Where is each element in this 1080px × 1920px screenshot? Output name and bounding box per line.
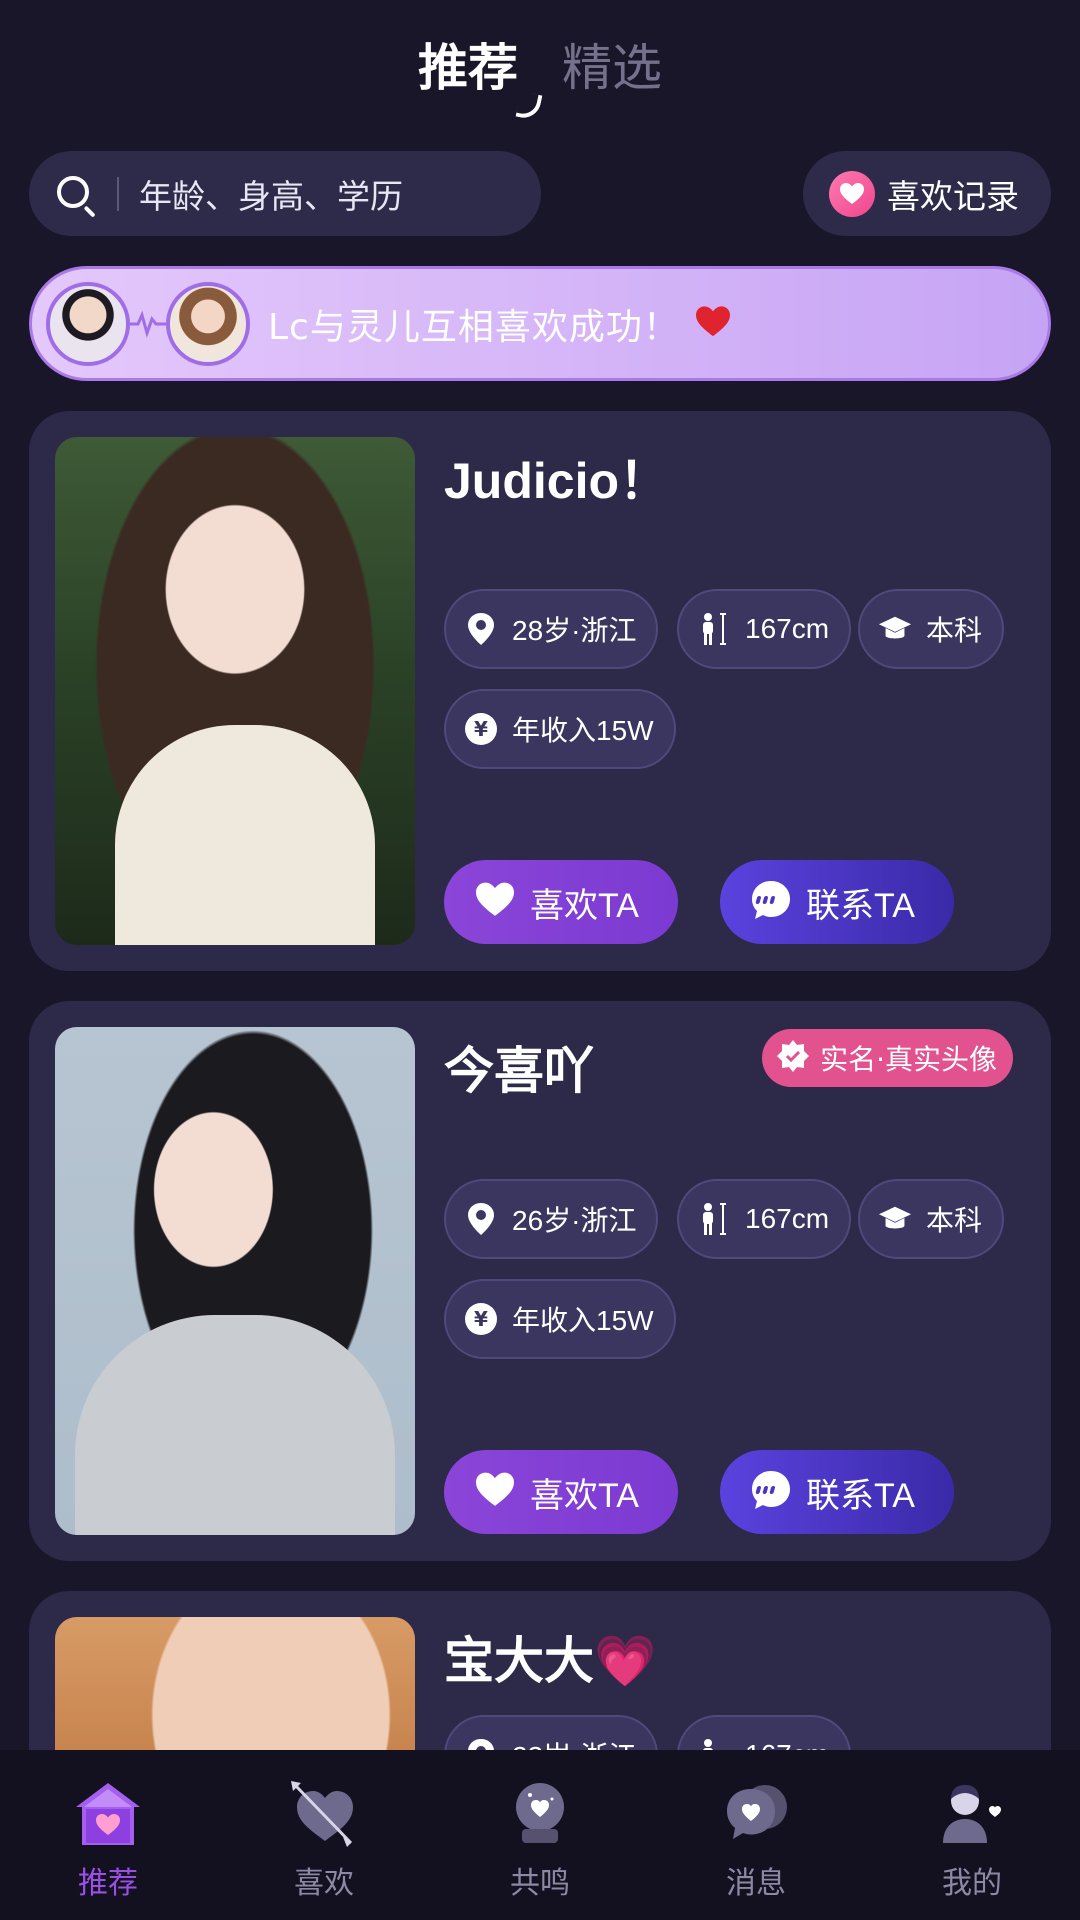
- chat-heart-icon: [716, 1776, 796, 1852]
- income-tag: ¥ 年收入15W: [444, 1279, 676, 1359]
- nav-item-resonance[interactable]: 共鸣: [460, 1776, 620, 1902]
- tab-recommend-label: 推荐: [418, 39, 518, 97]
- top-tabs: 推荐 精选: [0, 28, 1080, 122]
- profile-photo[interactable]: [55, 1617, 415, 1750]
- profile-name: 今喜吖: [444, 1043, 594, 1099]
- contact-button[interactable]: 联系TA: [720, 860, 954, 944]
- education-tag: 本科: [858, 589, 1005, 669]
- nav-item-messages[interactable]: 消息: [676, 1776, 836, 1902]
- heart-icon: [829, 170, 875, 217]
- yuan-icon: ¥: [464, 1302, 498, 1336]
- height-tag: 167cm: [677, 589, 852, 669]
- home-heart-icon: [68, 1776, 148, 1852]
- location-tag: 26岁·浙江: [444, 1179, 659, 1259]
- profile-card[interactable]: 今喜吖 实名·真实头像 26岁·浙江 167cm 本科 ¥ 年收入15W 喜欢T: [29, 1001, 1051, 1561]
- like-button[interactable]: 喜欢TA: [444, 1450, 678, 1534]
- user-icon: [932, 1776, 1012, 1852]
- profile-card[interactable]: 宝大大💗 23岁·浙江 167cm: [29, 1591, 1051, 1750]
- avatar: [166, 281, 250, 366]
- svg-text:¥: ¥: [474, 717, 488, 741]
- verified-badge: 实名·真实头像: [762, 1029, 1013, 1087]
- red-heart-icon: [694, 305, 732, 343]
- location-tag: 28岁·浙江: [444, 589, 659, 669]
- height-tag: 167cm: [677, 1179, 852, 1259]
- profile-photo[interactable]: [55, 1027, 415, 1535]
- chat-bubble-icon: [750, 879, 792, 925]
- contact-button[interactable]: 联系TA: [720, 1450, 954, 1534]
- location-tag: 23岁·浙江: [444, 1715, 659, 1750]
- crystal-ball-icon: [500, 1776, 580, 1852]
- tab-active-indicator: [515, 90, 543, 122]
- graduation-cap-icon: [878, 1202, 912, 1236]
- pulse-icon: [128, 310, 168, 338]
- like-record-label: 喜欢记录: [887, 176, 1019, 216]
- svg-text:¥: ¥: [474, 1307, 488, 1331]
- like-record-button[interactable]: 喜欢记录: [803, 151, 1051, 236]
- graduation-cap-icon: [878, 612, 912, 646]
- height-tag: 167cm: [677, 1715, 852, 1750]
- bottom-nav: 推荐 喜欢 共鸣 消息 我的: [0, 1750, 1080, 1920]
- tab-featured[interactable]: 精选: [562, 43, 662, 93]
- arrow-heart-icon: [284, 1776, 364, 1852]
- height-person-icon: [697, 612, 731, 646]
- profile-name: 宝大大💗: [444, 1633, 657, 1689]
- nav-item-likes[interactable]: 喜欢: [244, 1776, 404, 1902]
- search-bar[interactable]: 年龄、身高、学历: [29, 151, 541, 236]
- location-pin-icon: [464, 612, 498, 646]
- nav-item-profile[interactable]: 我的: [892, 1776, 1052, 1902]
- heart-icon: [474, 881, 516, 923]
- height-person-icon: [697, 1202, 731, 1236]
- chat-bubble-icon: [750, 1469, 792, 1515]
- search-divider: [117, 176, 119, 211]
- location-pin-icon: [464, 1202, 498, 1236]
- match-banner[interactable]: Lc与灵儿互相喜欢成功！: [29, 266, 1051, 381]
- heart-icon: [474, 1471, 516, 1513]
- nav-item-recommend[interactable]: 推荐: [28, 1776, 188, 1902]
- search-input[interactable]: 年龄、身高、学历: [139, 170, 403, 218]
- verified-check-icon: [776, 1039, 810, 1077]
- match-banner-text: Lc与灵儿互相喜欢成功！: [268, 306, 680, 348]
- tab-featured-label: 精选: [562, 39, 662, 97]
- avatar: [46, 281, 130, 366]
- profile-photo[interactable]: [55, 437, 415, 945]
- height-person-icon: [697, 1738, 731, 1750]
- income-tag: ¥ 年收入15W: [444, 689, 676, 769]
- education-tag: 本科: [858, 1179, 1005, 1259]
- profile-card[interactable]: Judicio！ 28岁·浙江 167cm 本科 ¥ 年收入15W 喜欢TA 联: [29, 411, 1051, 971]
- tab-recommend[interactable]: 推荐: [418, 43, 543, 122]
- like-button[interactable]: 喜欢TA: [444, 860, 678, 944]
- search-icon: [53, 172, 97, 218]
- profile-name: Judicio！: [444, 453, 670, 509]
- location-pin-icon: [464, 1738, 498, 1750]
- yuan-icon: ¥: [464, 712, 498, 746]
